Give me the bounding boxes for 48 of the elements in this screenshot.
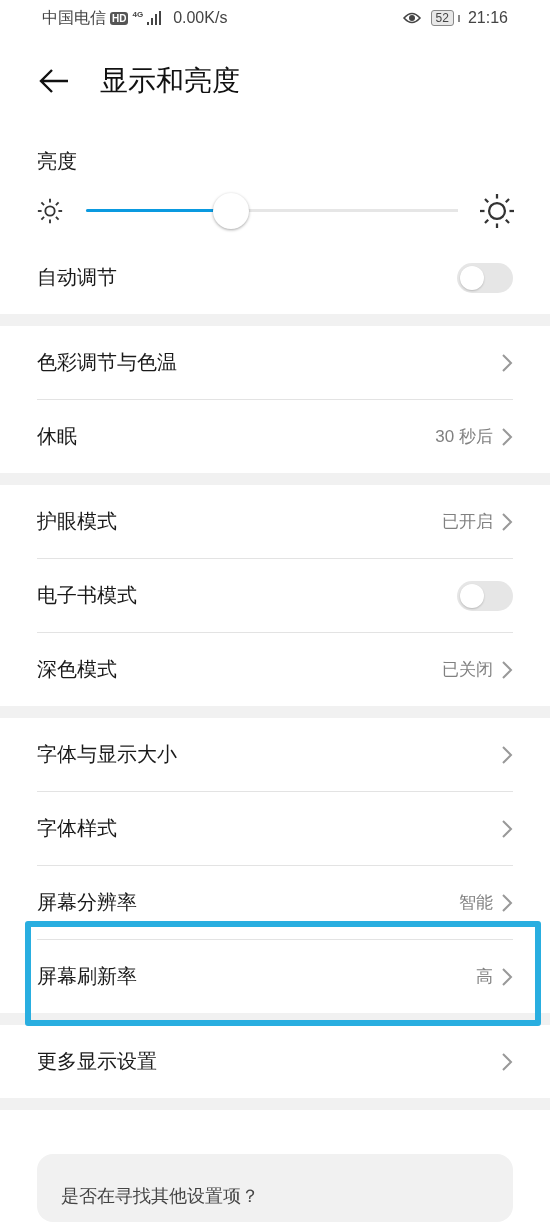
battery-level: 52 xyxy=(430,10,454,26)
setting-value: 高 xyxy=(476,966,493,988)
chevron-icon xyxy=(501,659,513,680)
setting-label: 护眼模式 xyxy=(37,509,118,534)
chevron-icon xyxy=(501,744,513,765)
setting-label: 亮度 xyxy=(36,149,78,174)
setting-label: 电子书模式 xyxy=(37,583,138,608)
setting-row[interactable]: 屏幕分辨率 智能 xyxy=(37,865,513,939)
setting-label: 字体与显示大小 xyxy=(37,742,178,767)
signal-icon xyxy=(147,11,162,25)
setting-value: 已开启 xyxy=(442,511,493,533)
setting-row[interactable]: 字体与显示大小 xyxy=(37,718,513,791)
page-title: 显示和亮度 xyxy=(100,64,240,98)
chevron-icon xyxy=(501,892,513,913)
setting-row[interactable]: 更多显示设置 xyxy=(37,1025,513,1098)
setting-label: 深色模式 xyxy=(37,657,118,682)
setting-row[interactable]: 色彩调节与色温 xyxy=(37,326,513,399)
setting-label: 自动调节 xyxy=(37,265,118,290)
setting-label: 色彩调节与色温 xyxy=(37,350,178,375)
setting-value: 已关闭 xyxy=(442,659,493,681)
setting-label: 字体样式 xyxy=(37,816,118,841)
setting-label: 屏幕刷新率 xyxy=(37,964,138,989)
carrier-name: 中国电信 xyxy=(42,7,106,28)
setting-label: 休眠 xyxy=(37,424,78,449)
setting-row[interactable]: 字体样式 xyxy=(37,791,513,865)
hd-badge: HD xyxy=(110,11,129,25)
chevron-icon xyxy=(501,352,513,373)
eye-icon xyxy=(402,11,421,25)
brightness-icon xyxy=(36,197,64,225)
toggle-switch[interactable] xyxy=(457,580,513,611)
slider-thumb[interactable] xyxy=(213,193,250,229)
network-type: 4G xyxy=(132,10,144,19)
chevron-icon xyxy=(501,511,513,532)
setting-label: 更多显示设置 xyxy=(37,1049,158,1074)
setting-value: 智能 xyxy=(459,892,493,914)
setting-value: 30 秒后 xyxy=(435,426,493,448)
card-title: 是否在寻找其他设置项？ xyxy=(61,1185,260,1208)
chevron-icon xyxy=(501,426,513,447)
clock-time: 21:16 xyxy=(467,9,508,27)
toggle-switch[interactable] xyxy=(457,262,513,293)
brightness-icon xyxy=(480,194,514,228)
chevron-icon xyxy=(501,818,513,839)
network-speed: 0.00K/s xyxy=(173,9,228,27)
back-arrow-icon[interactable] xyxy=(38,68,70,94)
setting-row[interactable]: 护眼模式 已开启 xyxy=(37,485,513,558)
setting-label: 屏幕分辨率 xyxy=(37,890,138,915)
chevron-icon xyxy=(501,1051,513,1072)
chevron-icon xyxy=(501,966,513,987)
